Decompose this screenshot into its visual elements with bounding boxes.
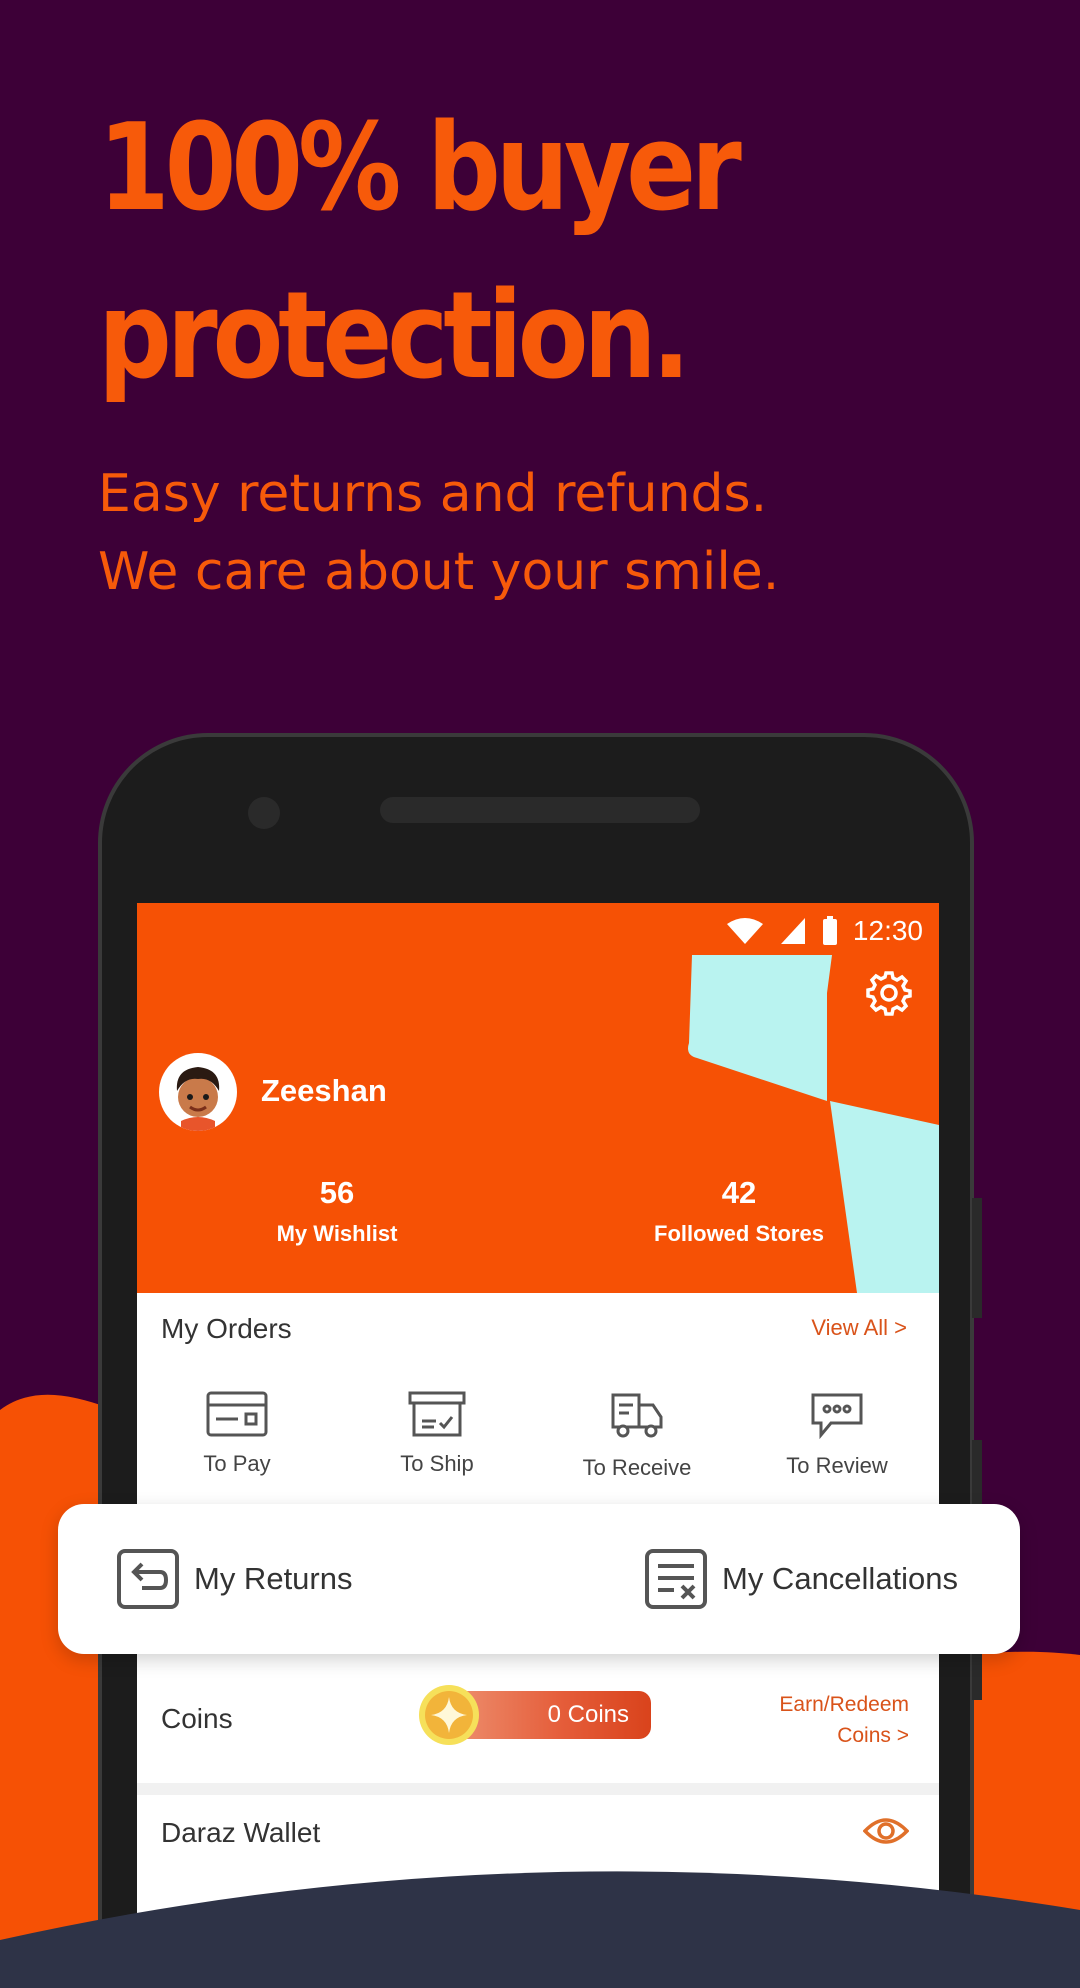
followed-stores-stat[interactable]: 42 Followed Stores xyxy=(619,1175,859,1247)
subheadline-line-1: Easy returns and refunds. xyxy=(98,464,768,524)
order-to-pay[interactable]: To Pay xyxy=(137,1391,337,1477)
wishlist-label: My Wishlist xyxy=(276,1221,398,1246)
my-cancellations-label: My Cancellations xyxy=(722,1561,959,1596)
order-label: To Pay xyxy=(203,1451,271,1476)
settings-gear-icon[interactable] xyxy=(865,969,913,1017)
wifi-icon xyxy=(726,918,763,944)
earn-redeem-coins-link[interactable]: Earn/Redeem Coins > xyxy=(779,1689,909,1751)
my-returns-button[interactable]: My Returns xyxy=(116,1548,352,1610)
user-avatar[interactable] xyxy=(159,1053,237,1131)
eye-icon[interactable] xyxy=(863,1813,909,1849)
order-to-review[interactable]: To Review xyxy=(737,1391,937,1479)
status-time: 12:30 xyxy=(852,915,923,946)
coin-star-icon xyxy=(419,1685,479,1745)
user-name[interactable]: Zeeshan xyxy=(261,1073,387,1109)
phone-speaker xyxy=(380,797,700,823)
returns-cancellations-card: My Returns My Cancellations xyxy=(58,1504,1020,1654)
followed-count: 42 xyxy=(721,1175,757,1210)
order-to-receive[interactable]: To Receive xyxy=(537,1391,737,1481)
earn-arrow: > xyxy=(896,1724,909,1747)
wishlist-count: 56 xyxy=(319,1175,355,1210)
bottom-dark-curve xyxy=(0,1871,1080,1988)
return-arrow-icon xyxy=(117,1549,179,1609)
coins-amount: 0 Coins xyxy=(547,1701,629,1728)
phone-camera xyxy=(248,797,280,829)
wishlist-stat[interactable]: 56 My Wishlist xyxy=(217,1175,457,1247)
box-icon xyxy=(408,1391,466,1437)
view-all-orders-link[interactable]: View All > xyxy=(811,1315,907,1341)
headline-line-2: protection. xyxy=(98,267,691,406)
order-to-ship[interactable]: To Ship xyxy=(337,1391,537,1477)
profile-header: 12:30 Zeeshan 56 My Wishlist 42 Followed… xyxy=(137,903,939,1293)
coins-label: Coins xyxy=(161,1703,233,1734)
headline-line-1: 100% buyer xyxy=(98,99,742,238)
my-returns-label: My Returns xyxy=(194,1561,353,1596)
my-cancellations-button[interactable]: My Cancellations xyxy=(644,1548,958,1610)
order-label: To Receive xyxy=(582,1455,692,1480)
chat-bubble-icon xyxy=(811,1393,863,1439)
order-label: To Review xyxy=(786,1453,888,1478)
card-icon xyxy=(206,1391,268,1437)
app-screen: 12:30 Zeeshan 56 My Wishlist 42 Followed… xyxy=(137,903,939,1988)
orders-title: My Orders xyxy=(161,1313,292,1344)
promo-subheadline: Easy returns and refunds. We care about … xyxy=(98,455,779,611)
truck-icon xyxy=(611,1393,663,1438)
avatar-face-icon xyxy=(176,1067,220,1131)
coins-row[interactable]: Coins 0 Coins Earn/Redeem Coins > xyxy=(137,1653,939,1783)
phone-volume-button xyxy=(972,1198,982,1318)
order-label: To Ship xyxy=(400,1451,474,1476)
followed-label: Followed Stores xyxy=(654,1221,824,1246)
earn-line-1: Earn/Redeem xyxy=(779,1693,909,1716)
promo-headline: 100% buyer protection. xyxy=(98,85,742,421)
signal-icon xyxy=(780,918,805,944)
my-orders-section: My Orders View All > To Pay To Ship To R… xyxy=(137,1293,939,1505)
wallet-label: Daraz Wallet xyxy=(161,1817,321,1848)
battery-icon xyxy=(822,916,837,945)
earn-line-2: Coins xyxy=(837,1724,891,1747)
status-bar: 12:30 xyxy=(725,911,923,951)
subheadline-line-2: We care about your smile. xyxy=(98,542,780,602)
cancel-document-icon xyxy=(645,1549,707,1609)
